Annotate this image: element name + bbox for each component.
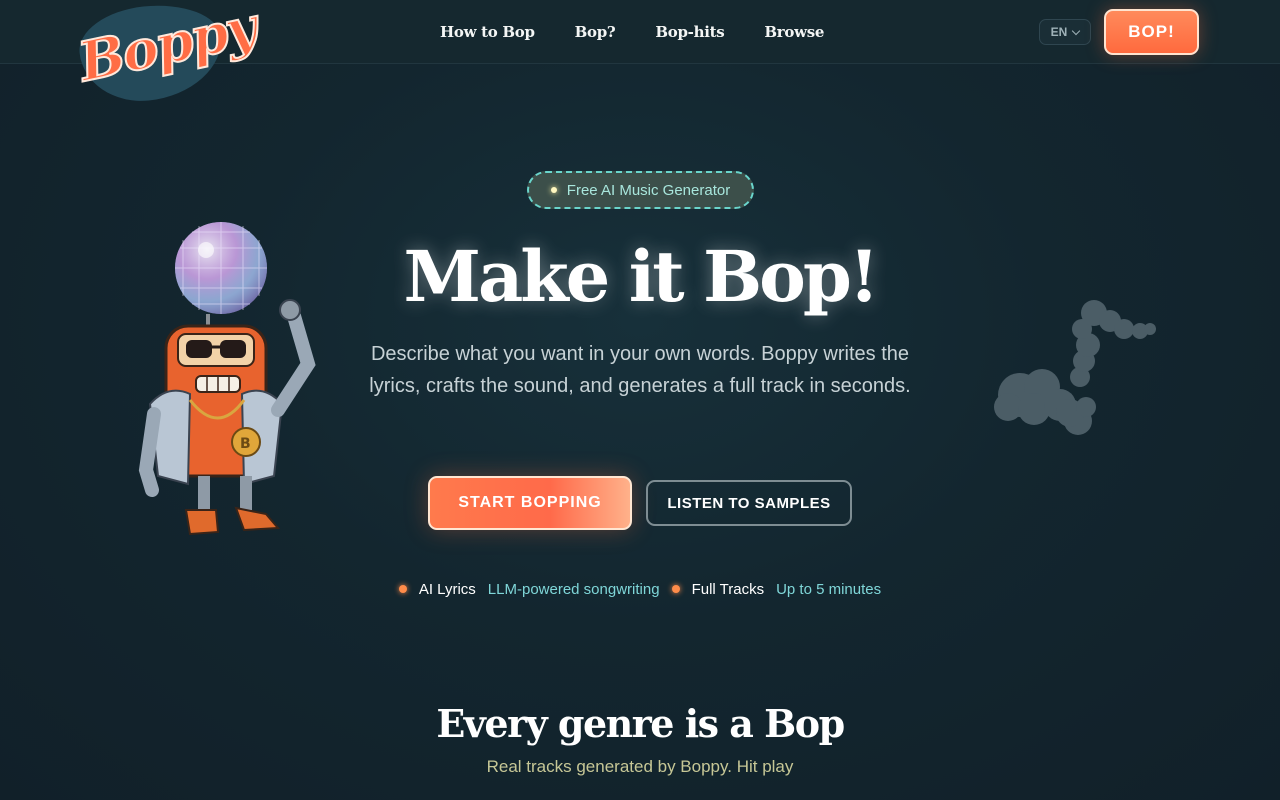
language-selector[interactable]: EN [1039,19,1091,45]
hero-title: Make it Bop! [403,235,879,318]
logo-wordmark: Boppy [72,0,262,95]
hero-description: Describe what you want in your own words… [369,343,911,397]
free-generator-badge: Free AI Music Generator [527,171,754,209]
boppy-logo-icon[interactable]: Boppy [72,0,262,108]
language-label: EN [1050,25,1068,39]
feature-name: Full Tracks [691,580,765,598]
feature-item: AI Lyrics LLM-powered songwriting [398,580,660,598]
feature-name: AI Lyrics [418,580,476,598]
main-nav: How to Bop Bop? Bop-hits Browse [420,0,844,64]
feature-detail: LLM-powered songwriting [487,580,660,598]
feature-item: Full Tracks Up to 5 minutes [671,580,882,598]
chevron-down-icon [1072,26,1081,35]
svg-text:B: B [240,436,251,452]
nav-link-bop[interactable]: Bop? [575,23,616,41]
nav-link-browse[interactable]: Browse [764,23,824,41]
bop-cta-button[interactable]: BOP! [1104,9,1199,55]
feature-bullet-icon [398,585,407,593]
start-bopping-button[interactable]: START BOPPING [428,476,632,530]
nav-link-bop-hits[interactable]: Bop-hits [655,23,724,41]
site-header: Boppy How to Bop Bop? Bop-hits Browse EN… [0,0,1280,108]
badge-label: Free AI Music Generator [566,181,731,199]
nav-link-how-to-bop[interactable]: How to Bop [440,23,535,41]
genres-title: Every genre is a Bop [436,701,845,746]
listen-samples-button[interactable]: LISTEN TO SAMPLES [646,480,852,526]
genres-subtitle: Real tracks generated by Boppy. Hit play [486,757,794,776]
feature-list: AI Lyrics LLM-powered songwriting Full T… [0,578,1280,600]
feature-detail: Up to 5 minutes [776,580,882,598]
feature-bullet-icon [671,585,680,593]
badge-dot-icon [550,187,557,193]
